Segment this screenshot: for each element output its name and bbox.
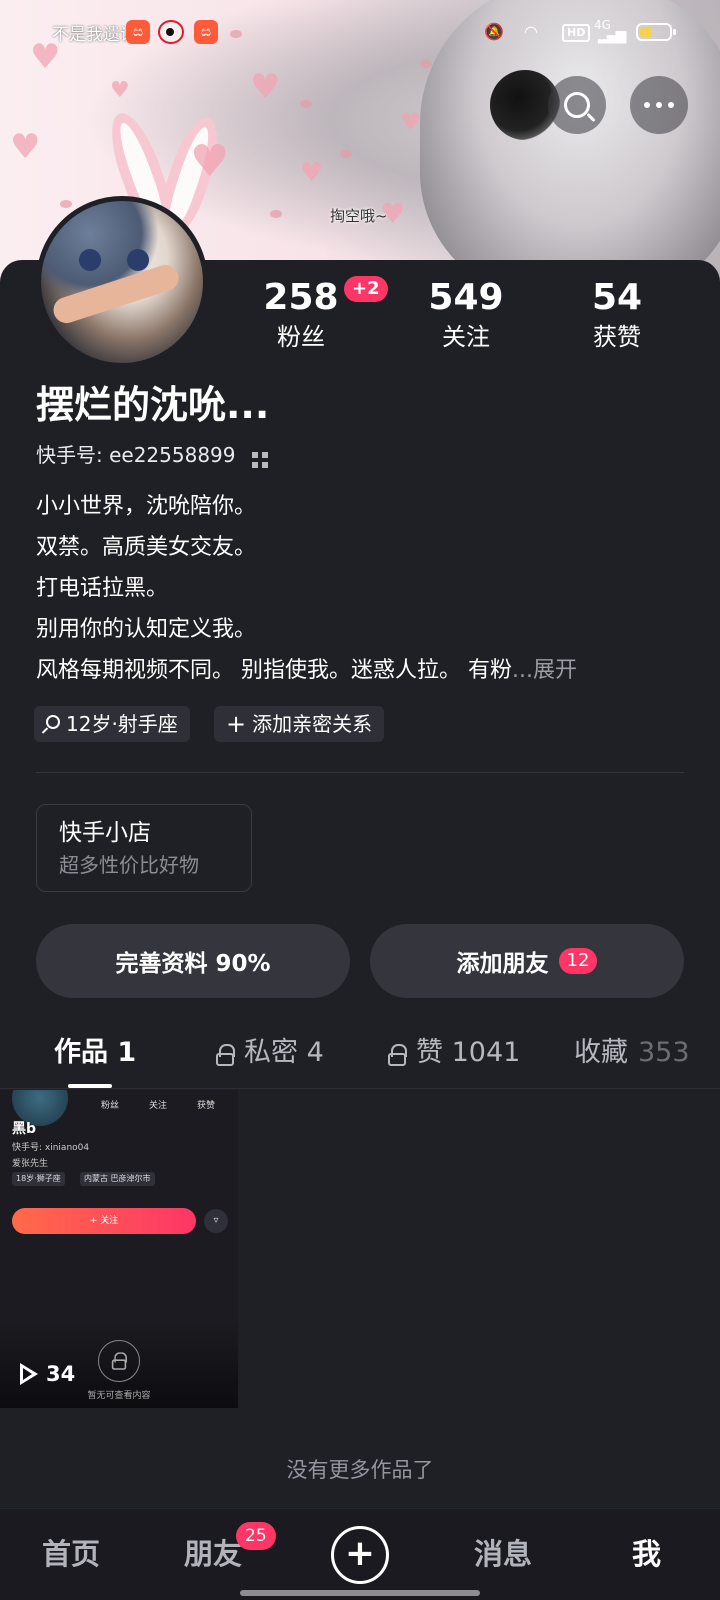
nav-messages[interactable]: 消息 bbox=[474, 1534, 532, 1574]
tab-liked-label: 赞 1041 bbox=[416, 1037, 521, 1068]
heart-decoration: ♥ bbox=[10, 127, 41, 167]
following-count: 549 bbox=[428, 277, 504, 318]
content-tabs: 作品 1 私密 4 赞 1041 收藏 353 bbox=[0, 1030, 720, 1088]
followers-label: 粉丝 bbox=[277, 323, 325, 351]
tab-favorites-label: 收藏 bbox=[574, 1037, 628, 1068]
likes-label: 获赞 bbox=[593, 323, 641, 351]
lock-icon bbox=[111, 1352, 127, 1370]
nav-friends[interactable]: 朋友 bbox=[184, 1534, 242, 1574]
gender-icon bbox=[46, 715, 60, 729]
age-zodiac-text: 12岁·射手座 bbox=[66, 712, 178, 736]
tile-name: 黑b bbox=[12, 1121, 37, 1137]
status-bar: 不是我遗误 ස ස 🔕 ◠ HD 4G ▂▄▆ bbox=[0, 12, 720, 52]
bio[interactable]: 小小世界，沈吮陪你。 双禁。高质美女交友。 打电话拉黑。 别用你的认知定义我。 … bbox=[36, 486, 686, 691]
search-button[interactable] bbox=[548, 76, 606, 134]
more-options-button[interactable] bbox=[630, 76, 688, 134]
tile-tag: 18岁·狮子座 bbox=[12, 1172, 65, 1186]
tile-stat-label: 获赞 bbox=[196, 1101, 215, 1111]
tile-send-icon: ▿ bbox=[204, 1209, 228, 1233]
home-indicator[interactable] bbox=[240, 1590, 480, 1596]
tab-favorites-count: 353 bbox=[638, 1037, 690, 1068]
petal-decoration bbox=[420, 60, 432, 68]
kuaishou-notification-icon: ස bbox=[194, 20, 218, 44]
lock-icon bbox=[388, 1044, 407, 1066]
bio-line-text: 风格每期视频不同。 别指使我。迷惑人拉。 有粉 bbox=[36, 658, 512, 683]
divider bbox=[36, 772, 684, 773]
petal-decoration bbox=[60, 200, 72, 208]
tab-favorites[interactable]: 收藏 353 bbox=[574, 1030, 690, 1076]
add-relationship-tag[interactable]: + 添加亲密关系 bbox=[214, 706, 385, 742]
tab-works[interactable]: 作品 1 bbox=[54, 1030, 136, 1076]
add-friend-badge: 12 bbox=[558, 948, 598, 974]
tab-liked[interactable]: 赞 1041 bbox=[388, 1030, 520, 1076]
stat-following[interactable]: 549 关注 bbox=[401, 278, 531, 354]
expand-bio-link[interactable]: ...展开 bbox=[512, 658, 577, 683]
tabs-divider bbox=[0, 1088, 720, 1089]
petal-decoration bbox=[340, 150, 352, 158]
nav-home[interactable]: 首页 bbox=[42, 1534, 100, 1574]
play-count-value: 34 bbox=[46, 1362, 76, 1386]
nav-me[interactable]: 我 bbox=[632, 1534, 661, 1574]
complete-profile-label: 完善资料 90% bbox=[115, 951, 271, 977]
hd-icon: HD bbox=[562, 24, 591, 42]
tile-tag: 内蒙古 巴彦淖尔市 bbox=[80, 1172, 155, 1186]
shop-subtitle: 超多性价比好物 bbox=[59, 853, 199, 877]
kwai-id[interactable]: 快手号: ee22558899 bbox=[36, 440, 236, 470]
add-friend-button[interactable]: 添加朋友 12 bbox=[370, 924, 684, 998]
bio-line: 风格每期视频不同。 别指使我。迷惑人拉。 有粉...展开 bbox=[36, 650, 686, 691]
tab-private[interactable]: 私密 4 bbox=[216, 1030, 324, 1076]
battery-icon bbox=[636, 23, 676, 41]
wifi-icon: ◠ bbox=[524, 22, 538, 41]
age-zodiac-tag[interactable]: 12岁·射手座 bbox=[34, 706, 190, 742]
petal-decoration bbox=[270, 210, 282, 218]
status-ticker-text: 不是我遗误 bbox=[52, 25, 137, 45]
petal-decoration bbox=[300, 100, 312, 108]
kuaishou-notification-icon: ස bbox=[126, 20, 150, 44]
bio-line: 别用你的认知定义我。 bbox=[36, 617, 257, 642]
tile-follow-button: + 关注 bbox=[12, 1208, 196, 1234]
following-label: 关注 bbox=[442, 323, 490, 351]
shop-title: 快手小店 bbox=[59, 820, 151, 846]
mute-icon: 🔕 bbox=[484, 22, 504, 41]
bio-line: 双禁。高质美女交友。 bbox=[36, 535, 257, 560]
tile-lock-icon bbox=[98, 1340, 140, 1382]
nickname[interactable]: 摆烂的沈吮... bbox=[36, 382, 269, 428]
complete-profile-button[interactable]: 完善资料 90% bbox=[36, 924, 350, 998]
heart-decoration: ♥ bbox=[250, 67, 281, 107]
signal-icon: ▂▄▆ bbox=[598, 28, 626, 44]
lock-icon bbox=[216, 1044, 235, 1066]
tile-stat-label: 粉丝 bbox=[100, 1101, 119, 1111]
more-icon bbox=[644, 102, 674, 108]
weibo-notification-icon bbox=[158, 20, 184, 44]
tile-kwai-id: 快手号: xiniano04 bbox=[12, 1143, 90, 1153]
heart-decoration: ♥ bbox=[400, 108, 422, 136]
qr-code-icon[interactable] bbox=[252, 452, 268, 468]
kuaishou-shop-card[interactable]: 快手小店 超多性价比好物 bbox=[36, 804, 252, 892]
work-tile[interactable]: 粉丝 关注 获赞 黑b 快手号: xiniano04 爱张先生 18岁·狮子座 … bbox=[0, 1090, 238, 1408]
avatar[interactable] bbox=[36, 196, 208, 368]
play-count: 34 bbox=[20, 1362, 75, 1386]
no-more-works-text: 没有更多作品了 bbox=[286, 1458, 434, 1482]
tile-note: 暂无可查看内容 bbox=[87, 1391, 151, 1401]
heart-decoration: ♥ bbox=[190, 136, 230, 187]
plus-icon: + bbox=[226, 710, 247, 738]
bio-line: 打电话拉黑。 bbox=[36, 576, 169, 601]
tile-stat-label: 关注 bbox=[148, 1101, 167, 1111]
add-friend-label: 添加朋友 bbox=[456, 951, 549, 977]
tab-private-label: 私密 4 bbox=[244, 1037, 324, 1068]
tile-bio: 爱张先生 bbox=[12, 1159, 49, 1169]
banner-caption: 掏空哦~ bbox=[330, 207, 388, 225]
likes-count: 54 bbox=[591, 277, 643, 318]
followers-new-badge: +2 bbox=[344, 276, 388, 302]
add-relationship-text: 添加亲密关系 bbox=[252, 712, 373, 736]
create-button[interactable]: + bbox=[331, 1526, 389, 1584]
tab-works-label: 作品 1 bbox=[54, 1037, 137, 1068]
heart-decoration: ♥ bbox=[300, 158, 324, 188]
search-icon bbox=[564, 92, 590, 118]
bio-line: 小小世界，沈吮陪你。 bbox=[36, 494, 257, 519]
stat-likes[interactable]: 54 获赞 bbox=[552, 278, 682, 354]
heart-decoration: ♥ bbox=[110, 78, 130, 103]
play-icon bbox=[20, 1363, 38, 1385]
friends-badge: 25 bbox=[236, 1522, 276, 1550]
